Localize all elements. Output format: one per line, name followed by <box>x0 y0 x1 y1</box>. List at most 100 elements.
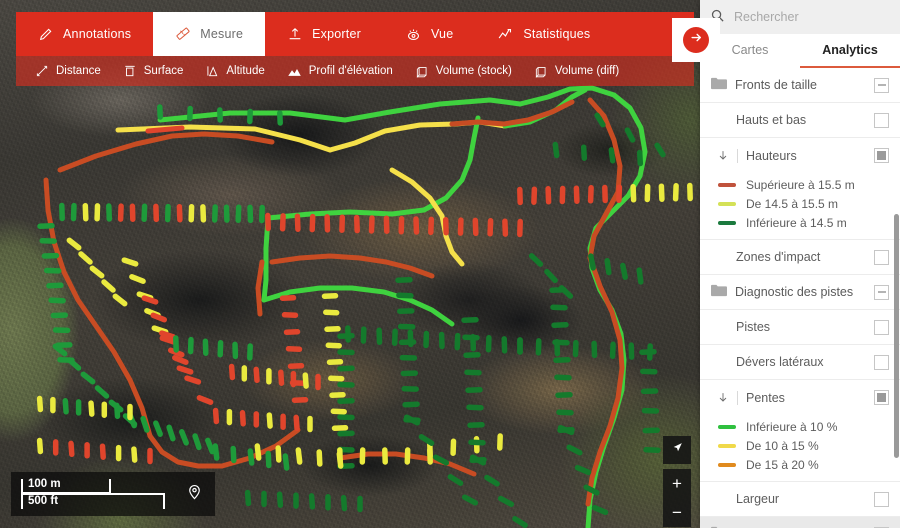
subtool-label: Distance <box>56 65 101 77</box>
layer-group-label: Fronts de taille <box>735 78 817 92</box>
map-viewport[interactable]: Annotations Mesure Exporter Vue Statisti… <box>0 0 706 528</box>
legend-swatch <box>718 462 736 467</box>
ruler-icon <box>175 26 191 42</box>
app-root: Annotations Mesure Exporter Vue Statisti… <box>0 0 900 528</box>
subtool-distance[interactable]: Distance <box>24 64 112 78</box>
tool-tab-vue[interactable]: Vue <box>383 12 475 56</box>
legend-entry: Inférieure à 10 % <box>700 417 900 436</box>
layer-group-diagnostic-des-pistes[interactable]: Diagnostic des pistes <box>700 275 900 310</box>
layer-group-checkbox[interactable] <box>874 77 889 93</box>
subtool-label: Volume (stock) <box>435 65 512 77</box>
zoom-in-button[interactable]: + <box>663 469 691 498</box>
collapse-panel-button[interactable] <box>683 27 709 53</box>
tool-tab-mesure[interactable]: Mesure <box>153 12 266 56</box>
subtool-volume-stock[interactable]: Volume (stock) <box>404 64 523 78</box>
altitude-icon <box>205 64 219 78</box>
layer-group-checkbox[interactable] <box>874 284 889 300</box>
layer-item-label: Zones d'impact <box>736 250 821 264</box>
layer-item-label: Dévers latéraux <box>736 355 824 369</box>
elevation-profile-icon <box>287 64 302 79</box>
layer-item-checkbox[interactable] <box>874 319 889 335</box>
tool-tab-label: Vue <box>430 27 454 41</box>
layer-item-checkbox[interactable] <box>874 390 889 405</box>
panel-scrollbar-thumb[interactable] <box>894 214 899 458</box>
legend-label: De 10 à 15 % <box>746 438 819 453</box>
subtool-surface[interactable]: Surface <box>112 64 195 78</box>
legend-label: Inférieure à 14.5 m <box>746 215 847 230</box>
legend-pentes: Inférieure à 10 % De 10 à 15 % De 15 à 2… <box>700 415 900 482</box>
layer-group-fronts-de-taille[interactable]: Fronts de taille <box>700 68 900 103</box>
surface-icon <box>123 64 137 78</box>
tool-tab-label: Exporter <box>312 27 361 41</box>
layer-item-pistes[interactable]: Pistes <box>700 310 900 345</box>
zoom-out-button[interactable]: − <box>663 498 691 527</box>
arrow-right-circle-icon <box>689 30 704 50</box>
scale-metric-label: 100 m <box>28 478 61 490</box>
subtool-label: Volume (diff) <box>554 65 620 77</box>
search-input[interactable] <box>734 10 890 24</box>
subtool-volume-diff[interactable]: Volume (diff) <box>523 64 630 78</box>
legend-swatch <box>718 220 736 225</box>
legend-entry: De 14.5 à 15.5 m <box>700 194 900 213</box>
layer-item-label: Hauts et bas <box>736 113 807 127</box>
compass-button[interactable] <box>663 436 691 464</box>
chart-line-icon <box>497 26 514 43</box>
arrow-down-icon <box>714 149 732 162</box>
legend-entry: Supérieure à 15.5 m <box>700 175 900 194</box>
map-toolbar: Annotations Mesure Exporter Vue Statisti… <box>0 0 706 86</box>
volume-diff-icon <box>534 64 548 78</box>
layer-item-pentes[interactable]: Pentes <box>700 380 900 415</box>
layer-item-checkbox[interactable] <box>874 249 889 265</box>
layer-item-label: Largeur <box>736 492 780 506</box>
legend-entry: Inférieure à 14.5 m <box>700 213 900 232</box>
collapse-panel-button-wrap <box>672 18 720 62</box>
tool-tab-label: Annotations <box>63 27 132 41</box>
eye-icon <box>405 26 422 43</box>
navigation-arrow-icon <box>671 441 684 459</box>
legend-entry: De 15 à 20 % <box>700 455 900 474</box>
panel-tab-analytics[interactable]: Analytics <box>800 34 900 68</box>
legend-hauteurs: Supérieure à 15.5 m De 14.5 à 15.5 m Inf… <box>700 173 900 240</box>
tool-tab-bar: Annotations Mesure Exporter Vue Statisti… <box>16 12 694 56</box>
legend-label: Supérieure à 15.5 m <box>746 177 855 192</box>
tool-tab-annotations[interactable]: Annotations <box>16 12 153 56</box>
scale-bar: 100 m 500 ft <box>11 472 215 516</box>
scale-imperial-label: 500 ft <box>28 495 59 507</box>
legend-swatch <box>718 201 736 206</box>
layer-tree: Fronts de taille Hauts et bas Hauteurs S… <box>700 68 900 528</box>
analytics-panel: Cartes Analytics Fronts de taille Hauts … <box>700 0 900 528</box>
legend-label: De 15 à 20 % <box>746 457 819 472</box>
layer-item-checkbox[interactable] <box>874 491 889 507</box>
subtool-altitude[interactable]: Altitude <box>194 64 275 78</box>
layer-item-zones-d-impact[interactable]: Zones d'impact <box>700 240 900 275</box>
layer-group-label: Diagnostic des pistes <box>735 285 854 299</box>
height-tickmarks <box>36 104 693 528</box>
legend-label: De 14.5 à 15.5 m <box>746 196 839 211</box>
legend-swatch <box>718 182 736 187</box>
folder-icon <box>711 77 727 93</box>
layer-item-checkbox[interactable] <box>874 354 889 370</box>
layer-item-hauteurs[interactable]: Hauteurs <box>700 138 900 173</box>
arrow-down-icon <box>714 391 732 404</box>
subtool-label: Surface <box>143 65 184 77</box>
scale-bar-graphic: 100 m 500 ft <box>21 477 181 511</box>
layer-item-label: Hauteurs <box>746 148 797 163</box>
layer-item-largeur[interactable]: Largeur <box>700 482 900 517</box>
subtool-label: Altitude <box>226 65 265 77</box>
layer-group-merlons[interactable]: Merlons <box>700 517 900 528</box>
legend-swatch <box>718 424 736 429</box>
tool-tab-statistiques[interactable]: Statistiques <box>475 12 612 56</box>
zoom-controls: + − <box>663 469 691 527</box>
legend-label: Inférieure à 10 % <box>746 419 838 434</box>
search-bar[interactable] <box>700 0 900 34</box>
legend-entry: De 10 à 15 % <box>700 436 900 455</box>
layer-item-devers-lateraux[interactable]: Dévers latéraux <box>700 345 900 380</box>
subtool-label: Profil d'élévation <box>308 65 393 77</box>
layer-item-checkbox[interactable] <box>874 148 889 163</box>
layer-item-checkbox[interactable] <box>874 112 889 128</box>
subtool-profil-elevation[interactable]: Profil d'élévation <box>276 64 404 79</box>
layer-item-hauts-et-bas[interactable]: Hauts et bas <box>700 103 900 138</box>
location-pin-button[interactable] <box>185 482 204 506</box>
tool-tab-exporter[interactable]: Exporter <box>265 12 383 56</box>
folder-icon <box>711 284 727 300</box>
